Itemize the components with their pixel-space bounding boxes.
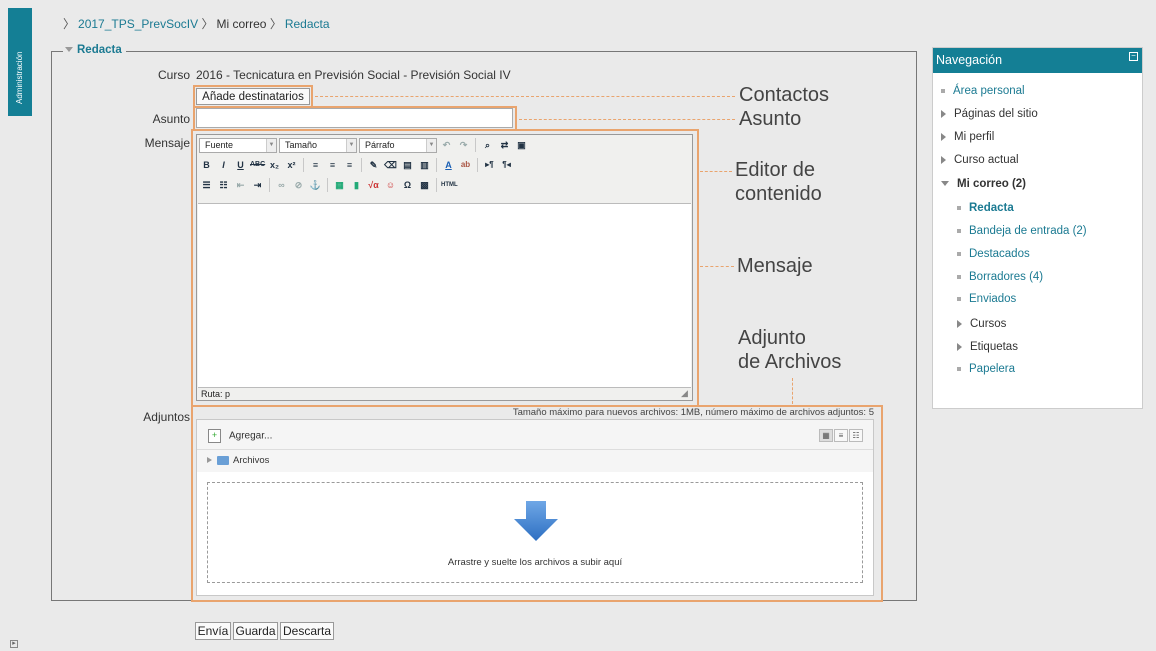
nav-item[interactable]: Mi correo (2) <box>941 178 1026 190</box>
nav-item[interactable]: Borradores (4) <box>957 271 1043 283</box>
callout-contacts: Contactos <box>739 84 830 106</box>
expand-arrow-icon <box>941 109 946 118</box>
nav-item-label: Mi perfil <box>954 131 995 143</box>
nav-item-label: Destacados <box>969 248 1030 260</box>
bullet-icon <box>957 205 961 210</box>
bullet-icon <box>941 88 945 93</box>
nav-item-label: Área personal <box>953 85 1025 97</box>
bullet-icon <box>957 296 961 301</box>
nav-item-label: Etiquetas <box>970 341 1018 353</box>
send-button[interactable]: Envía <box>195 622 231 640</box>
nav-item-label: Páginas del sitio <box>954 108 1038 120</box>
editor-highlight <box>191 129 699 407</box>
nav-item[interactable]: Destacados <box>957 248 1030 260</box>
nav-item[interactable]: Mi perfil <box>941 131 994 143</box>
navigation-header: Navegación − <box>933 48 1142 73</box>
nav-item-label: Curso actual <box>954 154 1019 166</box>
administration-label: Administración <box>15 51 24 104</box>
nav-item[interactable]: Etiquetas <box>957 341 1018 353</box>
nav-item[interactable]: Enviados <box>957 293 1016 305</box>
administration-dock-tab[interactable]: Administración <box>8 8 32 116</box>
collapse-arrow-icon <box>941 181 949 187</box>
course-value: 2016 - Tecnicatura en Previsión Social -… <box>196 68 511 82</box>
callout-subject: Asunto <box>739 108 802 130</box>
bullet-icon <box>957 274 961 279</box>
collapse-arrow-icon <box>65 47 73 53</box>
callout-message: Mensaje <box>737 255 813 277</box>
attachments-label: Adjuntos <box>143 410 190 424</box>
breadcrumb-compose-link[interactable]: Redacta <box>285 17 330 31</box>
callout-editor-line1: Editor de <box>735 159 816 181</box>
nav-item[interactable]: Páginas del sitio <box>941 108 1038 120</box>
nav-item[interactable]: Curso actual <box>941 154 1019 166</box>
navigation-title: Navegación <box>936 53 1003 67</box>
callout-attach-line1: Adjunto <box>738 327 806 349</box>
expand-arrow-icon <box>941 155 946 164</box>
bullet-icon <box>957 251 961 256</box>
contacts-highlight <box>193 85 313 108</box>
breadcrumb-separator: 〉 <box>63 17 76 31</box>
nav-item-label: Borradores (4) <box>969 271 1044 283</box>
callout-editor-line2: contenido <box>735 183 822 205</box>
discard-button[interactable]: Descarta <box>280 622 334 640</box>
bullet-icon <box>957 366 961 371</box>
expand-arrow-icon <box>957 319 962 328</box>
breadcrumb-separator: 〉 <box>201 17 214 31</box>
breadcrumb-course-link[interactable]: 2017_TPS_PrevSocIV <box>78 17 198 31</box>
expand-arrow-icon <box>957 342 962 351</box>
nav-item-label: Redacta <box>969 202 1014 214</box>
nav-item[interactable]: Bandeja de entrada (2) <box>957 225 1087 237</box>
message-label: Mensaje <box>144 136 190 150</box>
nav-item-label: Bandeja de entrada (2) <box>969 225 1087 237</box>
nav-item[interactable]: Redacta <box>957 202 1014 214</box>
breadcrumb: 〉 2017_TPS_PrevSocIV 〉 Mi correo 〉 Redacta <box>63 15 330 32</box>
nav-item[interactable]: Área personal <box>941 85 1025 97</box>
nav-item-label: Enviados <box>969 293 1017 305</box>
bullet-icon <box>957 228 961 233</box>
navigation-block: Navegación − Área personal Páginas del si… <box>932 47 1143 409</box>
course-label: Curso <box>157 68 190 82</box>
message-leader-line <box>700 266 734 267</box>
save-button[interactable]: Guarda <box>233 622 278 640</box>
nav-item-label: Papelera <box>969 363 1016 375</box>
collapse-block-icon[interactable]: − <box>1129 52 1138 61</box>
dock-toggle-icon[interactable]: ▸ <box>10 640 18 648</box>
breadcrumb-mail: Mi correo <box>216 17 267 31</box>
nav-item-label: Mi correo (2) <box>957 178 1027 190</box>
contacts-leader-line <box>315 96 735 97</box>
subject-label: Asunto <box>152 112 190 126</box>
legend-text: Redacta <box>77 44 122 56</box>
editor-leader-line <box>700 171 732 172</box>
breadcrumb-separator: 〉 <box>269 17 282 31</box>
expand-arrow-icon <box>941 132 946 141</box>
nav-item[interactable]: Cursos <box>957 318 1006 330</box>
attachments-leader-line <box>792 378 793 404</box>
subject-highlight <box>193 106 517 131</box>
nav-item[interactable]: Papelera <box>957 363 1015 375</box>
attachments-highlight <box>191 405 883 602</box>
subject-leader-line <box>519 119 735 120</box>
nav-item-label: Cursos <box>970 318 1007 330</box>
fieldset-legend[interactable]: Redacta <box>63 44 126 56</box>
callout-attach-line2: de Archivos <box>738 351 842 373</box>
